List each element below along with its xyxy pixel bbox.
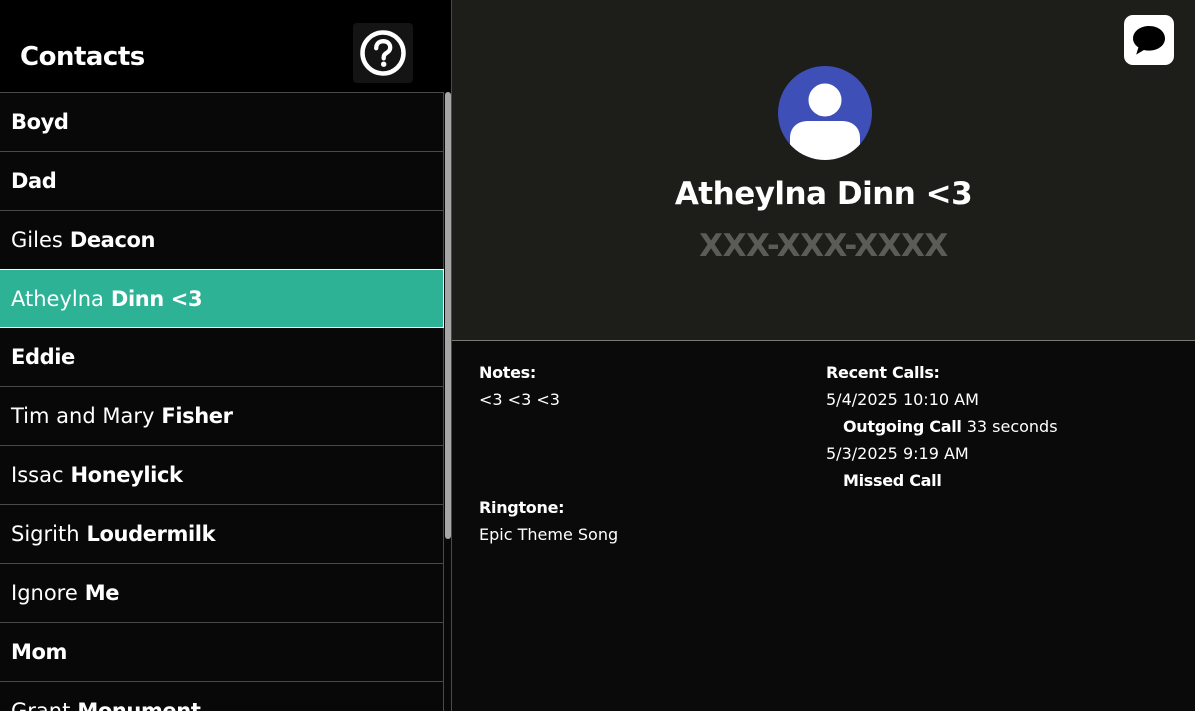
call-type: Missed Call — [843, 471, 942, 490]
contact-last-name: Monument — [77, 699, 201, 711]
contact-first-name: Tim and Mary — [11, 404, 155, 428]
contact-first-name: Ignore — [11, 581, 78, 605]
ringtone-label: Ringtone: — [479, 498, 565, 517]
contacts-app: Contacts Boyd Dad Giles Deacon Atheylna Dinn … — [0, 0, 1195, 711]
contact-first-name: Issac — [11, 463, 64, 487]
call-entry: Missed Call — [843, 470, 942, 492]
contact-list-item[interactable]: Ignore Me — [0, 564, 444, 623]
contact-detail-body: Notes: <3 <3 <3 Ringtone: Epic Theme Son… — [452, 341, 1195, 711]
contact-list-item[interactable]: Dad — [0, 152, 444, 211]
contact-last-name: Eddie — [11, 345, 75, 369]
contact-list-item[interactable]: Tim and Mary Fisher — [0, 387, 444, 446]
contact-last-name: Boyd — [11, 110, 69, 134]
recent-calls-label: Recent Calls: — [826, 363, 940, 382]
contact-first-name: Grant — [11, 699, 71, 711]
contact-first-name: Atheylna — [11, 286, 104, 311]
contact-list-item[interactable]: Giles Deacon — [0, 211, 444, 270]
contact-list: Boyd Dad Giles Deacon Atheylna Dinn <3 Eddie Ti… — [0, 92, 444, 711]
message-button[interactable] — [1124, 15, 1174, 65]
contact-last-name: Deacon — [69, 228, 156, 252]
contacts-title: Contacts — [20, 42, 145, 72]
call-entry: Outgoing Call 33 seconds — [843, 416, 1058, 438]
ringtone-value: Epic Theme Song — [479, 525, 619, 544]
contact-list-item[interactable]: Issac Honeylick — [0, 446, 444, 505]
contact-list-item[interactable]: Grant Monument — [0, 682, 444, 711]
contact-last-name: Dad — [11, 169, 57, 193]
person-avatar-icon — [778, 66, 872, 160]
contacts-sidebar: Contacts Boyd Dad Giles Deacon Atheylna Dinn … — [0, 0, 451, 711]
contact-list-item[interactable]: Sigrith Loudermilk — [0, 505, 444, 564]
call-datetime: 5/3/2025 9:19 AM — [826, 444, 969, 463]
call-datetime: 5/4/2025 10:10 AM — [826, 390, 979, 409]
call-type: Outgoing Call — [843, 417, 962, 436]
contact-last-name: Me — [84, 581, 120, 605]
contact-phone: XXX-XXX-XXXX — [699, 228, 948, 264]
contact-list-item[interactable]: Eddie — [0, 328, 444, 387]
contact-list-item[interactable]: Mom — [0, 623, 444, 682]
contact-name: Atheylna Dinn <3 — [674, 176, 973, 212]
contact-first-name: Giles — [11, 228, 63, 252]
speech-bubble-icon — [1133, 26, 1165, 55]
contact-list-item[interactable]: Atheylna Dinn <3 — [0, 269, 444, 328]
notes-label: Notes: — [479, 363, 537, 382]
help-button[interactable] — [353, 23, 413, 83]
question-circle-icon — [360, 30, 406, 76]
contact-last-name: Honeylick — [70, 463, 184, 487]
contact-last-name: Mom — [11, 640, 68, 664]
call-duration: 33 seconds — [966, 417, 1058, 436]
notes-value: <3 <3 <3 — [479, 390, 560, 409]
contact-first-name: Sigrith — [11, 522, 80, 546]
contact-detail-header: Atheylna Dinn <3 XXX-XXX-XXXX — [452, 0, 1195, 341]
contact-last-name: Dinn <3 — [110, 286, 203, 311]
contact-list-item[interactable]: Boyd — [0, 93, 444, 152]
contact-last-name: Loudermilk — [86, 522, 216, 546]
contact-list-scrollbar[interactable] — [444, 92, 451, 711]
contact-last-name: Fisher — [161, 404, 233, 428]
contacts-header: Contacts — [0, 0, 451, 92]
